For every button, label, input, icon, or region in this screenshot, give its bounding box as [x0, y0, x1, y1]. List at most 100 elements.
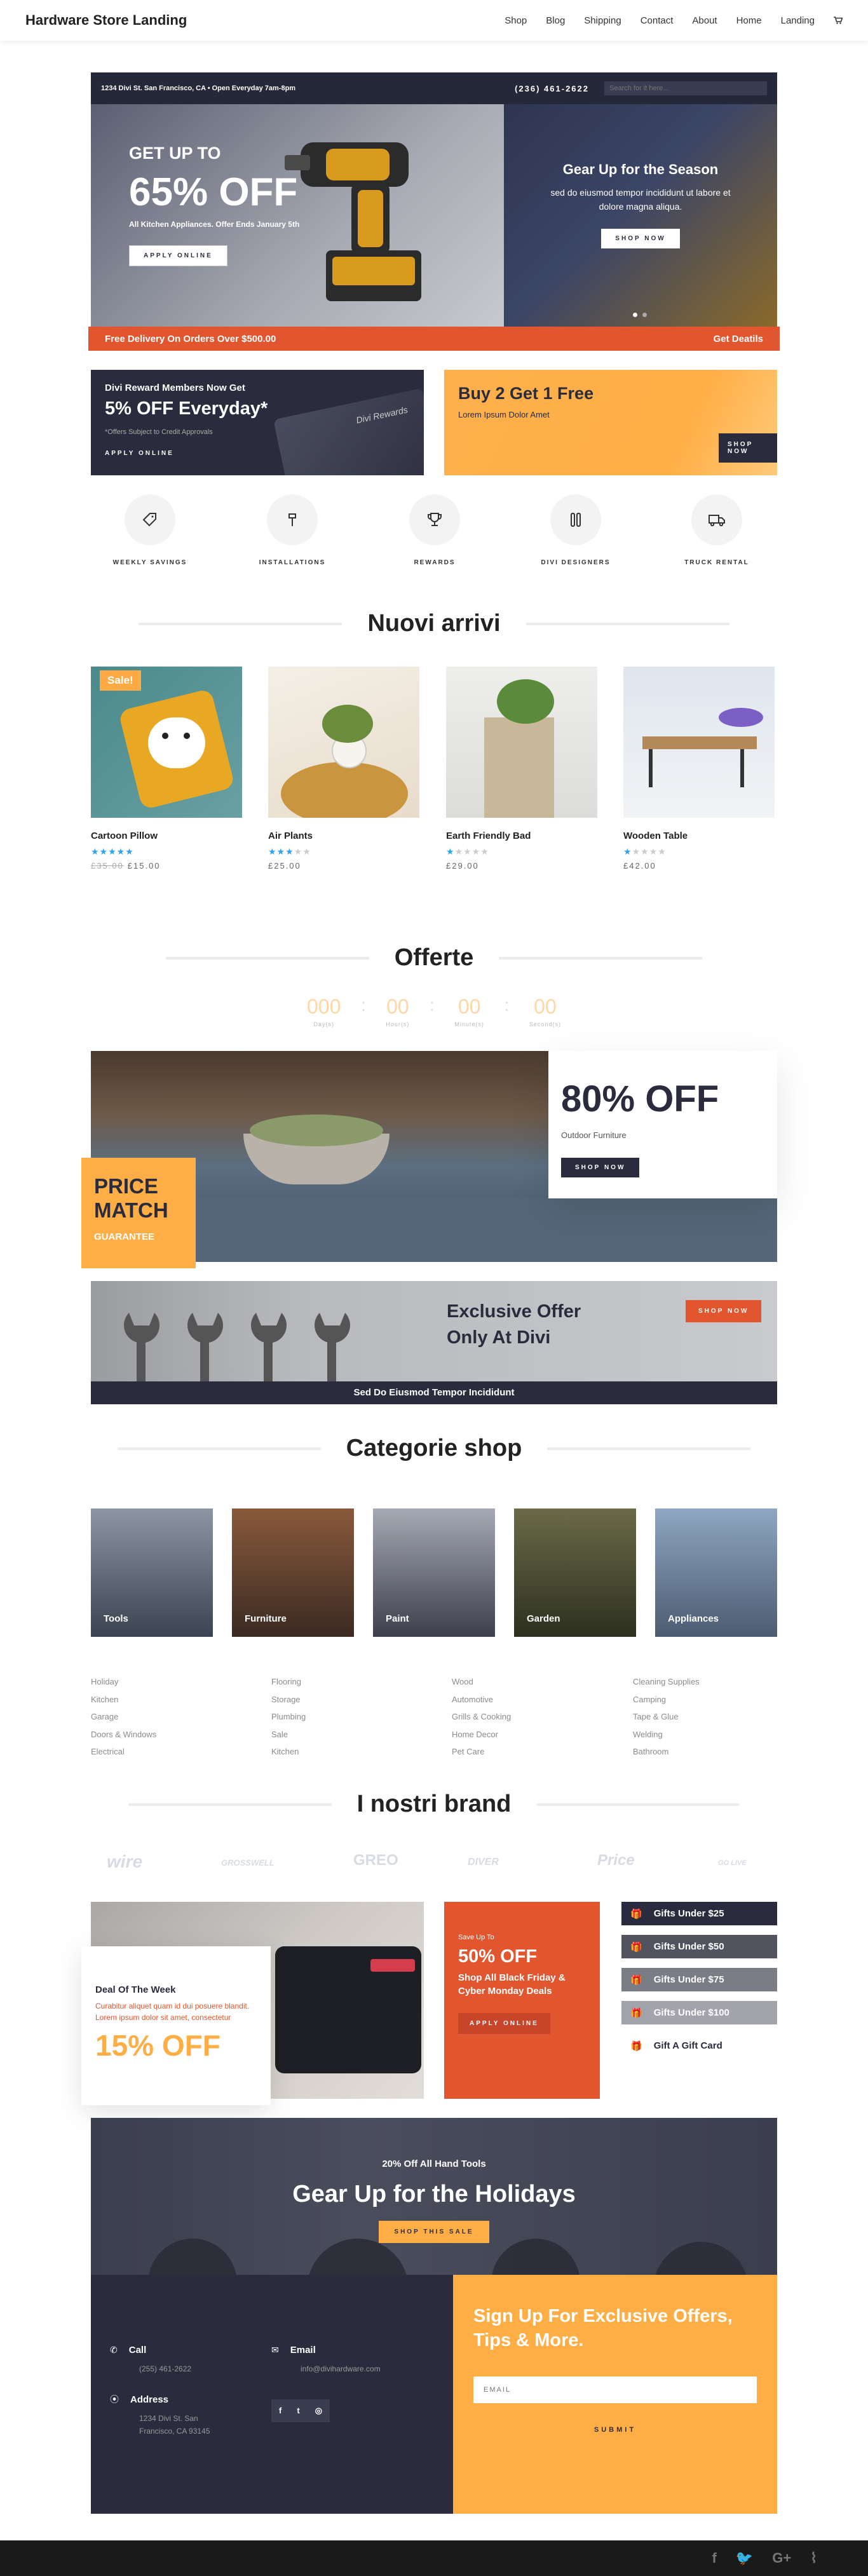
product-image[interactable]: Sale!	[91, 667, 242, 818]
gift-card-link[interactable]: 🎁 Gift A Gift Card	[621, 2034, 777, 2057]
signup-email-input[interactable]	[473, 2376, 757, 2403]
store-phone[interactable]: (236) 461-2622	[515, 84, 589, 93]
service-label: INSTALLATIONS	[259, 559, 326, 566]
signup-submit-button[interactable]: SUBMIT	[473, 2426, 757, 2434]
service-weekly-savings[interactable]: WEEKLY SAVINGS	[99, 494, 201, 566]
cart-icon[interactable]	[834, 17, 843, 24]
gift-under-50[interactable]: 🎁 Gifts Under $50	[621, 1935, 777, 1958]
category-link[interactable]: Garage	[91, 1708, 156, 1726]
product-card[interactable]: Wooden Table ★★★★★ £42.00	[623, 667, 775, 871]
category-link[interactable]: Cleaning Supplies	[633, 1673, 700, 1691]
bf-headline: 50% OFF	[458, 1946, 538, 1967]
category-label: Appliances	[668, 1613, 719, 1624]
site-logo[interactable]: Hardware Store Landing	[25, 12, 187, 29]
facebook-icon[interactable]: f	[712, 2550, 717, 2566]
category-link[interactable]: Pet Care	[452, 1743, 511, 1761]
instagram-icon[interactable]: ◎	[315, 2406, 322, 2416]
search-input[interactable]	[604, 81, 767, 95]
product-image[interactable]	[268, 667, 419, 818]
category-furniture[interactable]: Furniture	[232, 1508, 354, 1637]
nav-contact[interactable]: Contact	[641, 15, 674, 26]
bf-apply-button[interactable]: APPLY ONLINE	[458, 2013, 550, 2034]
service-installations[interactable]: INSTALLATIONS	[241, 494, 343, 566]
bogo-shop-button[interactable]: SHOP NOW	[719, 433, 777, 463]
category-link[interactable]: Grills & Cooking	[452, 1708, 511, 1726]
brand-logo[interactable]: GREO	[353, 1852, 398, 1869]
product-image[interactable]	[623, 667, 775, 818]
category-link[interactable]: Camping	[633, 1691, 700, 1709]
product-card[interactable]: Sale! Cartoon Pillow ★★★★★ £35.00 £15.00	[91, 667, 242, 871]
trophy-icon	[428, 513, 442, 526]
service-divi-designers[interactable]: DIVI DESIGNERS	[525, 494, 627, 566]
category-link[interactable]: Holiday	[91, 1673, 156, 1691]
category-link[interactable]: Flooring	[271, 1673, 306, 1691]
category-link[interactable]: Doors & Windows	[91, 1726, 156, 1744]
category-link[interactable]: Plumbing	[271, 1708, 306, 1726]
category-link[interactable]: Welding	[633, 1726, 700, 1744]
main-nav: Shop Blog Shipping Contact About Home La…	[505, 15, 843, 26]
facebook-icon[interactable]: f	[279, 2406, 281, 2416]
bogo-headline: Buy 2 Get 1 Free	[458, 384, 594, 403]
nav-blog[interactable]: Blog	[546, 15, 565, 26]
category-link[interactable]: Storage	[271, 1691, 306, 1709]
category-tools[interactable]: Tools	[91, 1508, 213, 1637]
category-link[interactable]: Kitchen	[271, 1743, 306, 1761]
category-link[interactable]: Wood	[452, 1673, 511, 1691]
signup-title: Sign Up For Exclusive Offers, Tips & Mor…	[473, 2306, 733, 2350]
category-link[interactable]: Sale	[271, 1726, 306, 1744]
product-card[interactable]: Earth Friendly Bad ★★★★★ £29.00	[446, 667, 597, 871]
category-link[interactable]: Electrical	[91, 1743, 156, 1761]
holiday-shop-button[interactable]: SHOP THIS SALE	[379, 2221, 489, 2243]
google-plus-icon[interactable]: G+	[772, 2550, 791, 2566]
promo-link[interactable]: Get Deatils	[714, 334, 763, 344]
brand-logo[interactable]: DIVER	[468, 1857, 499, 1868]
category-link[interactable]: Tape & Glue	[633, 1708, 700, 1726]
apply-online-button[interactable]: APPLY ONLINE	[129, 245, 227, 266]
category-link[interactable]: Kitchen	[91, 1691, 156, 1709]
category-link[interactable]: Bathroom	[633, 1743, 700, 1761]
nav-shop[interactable]: Shop	[505, 15, 527, 26]
nav-home[interactable]: Home	[736, 15, 762, 26]
email-value[interactable]: info@divihardware.com	[301, 2364, 381, 2373]
countdown-unit: Minute(s)	[454, 1021, 484, 1027]
product-name[interactable]: Air Plants	[268, 830, 419, 841]
rss-icon[interactable]: ⌇	[810, 2550, 817, 2566]
reward-apply-button[interactable]: APPLY ONLINE	[105, 450, 268, 457]
category-paint[interactable]: Paint	[373, 1508, 495, 1637]
category-label: Tools	[104, 1613, 128, 1624]
shop-now-button[interactable]: SHOP NOW	[601, 229, 680, 248]
product-card[interactable]: Air Plants ★★★★★ £25.00	[268, 667, 419, 871]
offer-sub: Outdoor Furniture	[561, 1130, 627, 1140]
service-truck-rental[interactable]: TRUCK RENTAL	[666, 494, 768, 566]
call-value[interactable]: (255) 461-2622	[139, 2364, 191, 2373]
gift-label: Gifts Under $100	[653, 2007, 729, 2018]
twitter-icon[interactable]: t	[297, 2406, 299, 2416]
product-rating: ★★★★★	[268, 846, 311, 857]
nav-about[interactable]: About	[692, 15, 717, 26]
twitter-icon[interactable]: 🐦	[736, 2550, 753, 2566]
category-link[interactable]: Home Decor	[452, 1726, 511, 1744]
price-match-line1: PRICE	[94, 1174, 158, 1198]
brand-logo[interactable]: wire	[107, 1852, 142, 1872]
gift-under-75[interactable]: 🎁 Gifts Under $75	[621, 1968, 777, 1991]
brand-logo[interactable]: GO LIVE	[718, 1859, 747, 1867]
outdoor-offer-box: 80% OFF Outdoor Furniture SHOP NOW	[548, 1051, 777, 1198]
nav-landing[interactable]: Landing	[781, 15, 815, 26]
exclusive-shop-button[interactable]: SHOP NOW	[686, 1300, 762, 1322]
gift-under-25[interactable]: 🎁 Gifts Under $25	[621, 1902, 777, 1925]
slider-dot[interactable]	[642, 313, 647, 317]
category-link[interactable]: Automotive	[452, 1691, 511, 1709]
nav-shipping[interactable]: Shipping	[584, 15, 621, 26]
product-name[interactable]: Cartoon Pillow	[91, 830, 242, 841]
category-garden[interactable]: Garden	[514, 1508, 636, 1637]
product-name[interactable]: Earth Friendly Bad	[446, 830, 597, 841]
service-rewards[interactable]: REWARDS	[384, 494, 485, 566]
brand-logo[interactable]: Price	[597, 1852, 635, 1869]
product-image[interactable]	[446, 667, 597, 818]
product-name[interactable]: Wooden Table	[623, 830, 775, 841]
category-appliances[interactable]: Appliances	[655, 1508, 777, 1637]
offer-shop-button[interactable]: SHOP NOW	[561, 1158, 640, 1177]
gift-under-100[interactable]: 🎁 Gifts Under $100	[621, 2001, 777, 2024]
slider-dot[interactable]	[633, 313, 637, 317]
brand-logo[interactable]: GROSSWELL	[221, 1858, 275, 1868]
